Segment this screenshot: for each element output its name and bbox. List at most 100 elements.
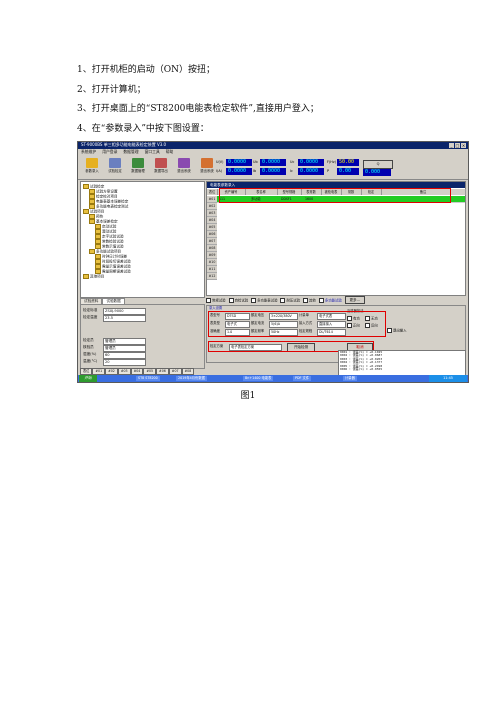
tree-label: 检定校对项目 bbox=[96, 194, 118, 199]
tab-04[interactable]: #04 bbox=[130, 368, 144, 375]
row-label[interactable]: #09 bbox=[207, 252, 217, 259]
check-multifunction-test[interactable]: 多功能试验 bbox=[318, 297, 342, 303]
minimize-icon[interactable]: _ bbox=[449, 143, 454, 148]
data-export-button[interactable]: 数据导出 bbox=[150, 158, 172, 178]
exit-icon bbox=[178, 158, 190, 168]
tab-position[interactable]: 表位 bbox=[80, 368, 93, 375]
temperature-field[interactable]: 20 bbox=[103, 359, 146, 366]
check-label: 自检试验 bbox=[234, 298, 249, 302]
tab-02[interactable]: #02 bbox=[105, 368, 118, 375]
app-title: ST-9000BS 单三相多功能电能表检定装置 V3.0 bbox=[81, 142, 167, 147]
row-label[interactable]: #06 bbox=[207, 231, 217, 238]
checkbox-icon bbox=[206, 297, 211, 303]
row-label[interactable]: #01 bbox=[207, 196, 217, 203]
task-item[interactable]: ST8 ST8200 bbox=[136, 376, 160, 381]
readout-value: 0.00 bbox=[337, 168, 359, 175]
row-label[interactable]: #10 bbox=[207, 259, 217, 266]
check-label: 多功能试验 bbox=[324, 298, 342, 302]
test-type-checks: 常规试验 自检试验 多功能表试验 耐压试验 其他 多功能试验 更多... bbox=[206, 296, 464, 304]
q-readout: 0.000 bbox=[363, 169, 391, 176]
tree-label: 常数检验试验 bbox=[102, 239, 124, 244]
tree-label: 试验方案设置 bbox=[96, 189, 118, 194]
tree-node[interactable]: 其他项目 bbox=[83, 274, 104, 279]
tree-label: 时段投切误差试验 bbox=[102, 259, 131, 264]
verifier-select[interactable]: 管理员 bbox=[103, 345, 146, 352]
readout-label: U(V) bbox=[216, 160, 224, 164]
tree-label: 需量周期误差试验 bbox=[102, 269, 131, 274]
exit-button[interactable]: 退出系统 bbox=[173, 158, 195, 178]
param-entry-button[interactable]: 参数录入 bbox=[81, 158, 103, 178]
tree-label: 启动试验 bbox=[102, 224, 117, 229]
readout-label: F(Hz) bbox=[327, 160, 336, 164]
readout-value: 0.0000 bbox=[298, 168, 324, 175]
tree-label: 多功能试验项目 bbox=[96, 249, 122, 254]
field-label: 检定标准 bbox=[83, 308, 98, 312]
standard-field[interactable]: ZSXJ-9000 bbox=[103, 308, 146, 315]
tab-05[interactable]: #05 bbox=[143, 368, 157, 375]
tree-label: 基本误差检定 bbox=[96, 219, 118, 224]
toolbar: 参数录入 试验检定 数据管理 数据导出 退出系统 退出系统 U(V) 0.000… bbox=[78, 155, 468, 180]
tab-06[interactable]: #06 bbox=[156, 368, 169, 375]
check-voltage[interactable]: 耐压试验 bbox=[280, 297, 300, 303]
temp-field[interactable]: 23.5 bbox=[103, 315, 146, 322]
maximize-icon[interactable]: □ bbox=[455, 143, 460, 148]
humidity-field[interactable]: 60 bbox=[103, 352, 146, 359]
row-label[interactable]: #02 bbox=[207, 203, 217, 210]
readout-label: Uc bbox=[290, 160, 295, 164]
start-button[interactable]: 开始 bbox=[79, 375, 97, 382]
readout-value: 0.0000 bbox=[260, 159, 286, 166]
test-tree: 试验检定 试验方案设置 检定校对项目 电能表基本误差检定 多功能电表检定测试 试… bbox=[80, 181, 205, 298]
tree-label: 试验检定 bbox=[90, 184, 105, 189]
tab-03[interactable]: #03 bbox=[117, 368, 131, 375]
task-item[interactable]: Bn+1400 电能表 bbox=[243, 376, 274, 381]
exit-system-button[interactable]: 退出系统 bbox=[196, 158, 218, 178]
field-label: 核验员 bbox=[83, 345, 94, 349]
checkbox-icon bbox=[251, 297, 257, 303]
task-item[interactable]: 计量器 bbox=[343, 376, 357, 381]
check-other[interactable]: 其他 bbox=[303, 297, 316, 303]
tree-label: 试验项目 bbox=[90, 209, 105, 214]
test-verify-button[interactable]: 试验检定 bbox=[104, 158, 126, 178]
param-entry-icon bbox=[86, 158, 98, 168]
inspector-select[interactable]: 管理员 bbox=[103, 338, 146, 345]
tree-label: 需量示值误差试验 bbox=[102, 264, 131, 269]
test-info-panel: 检定标准 ZSXJ-9000 检定温度 23.5 检定员 管理员 核验员 管理员… bbox=[80, 304, 205, 369]
row-label[interactable]: #12 bbox=[207, 273, 217, 280]
tab-07[interactable]: #07 bbox=[168, 368, 182, 375]
folder-icon bbox=[83, 274, 89, 279]
taskbar: 开始 ST8 ST8200 2019年4月份数据 Bn+1400 电能表 PDF… bbox=[78, 375, 468, 382]
readout-value: 0.0000 bbox=[226, 168, 252, 175]
tab-01[interactable]: #01 bbox=[92, 368, 106, 375]
row-label[interactable]: #07 bbox=[207, 238, 217, 245]
check-multifunction[interactable]: 多功能表试验 bbox=[251, 297, 277, 303]
tree-label: 常数示值试验 bbox=[102, 244, 124, 249]
task-item[interactable]: 2019年4月份数据 bbox=[176, 376, 207, 381]
row-label[interactable]: #03 bbox=[207, 210, 217, 217]
more-button[interactable]: 更多... bbox=[344, 296, 365, 304]
error-log: 0001 : 误差(%) = +0.1025 0002 : 误差(%) = +0… bbox=[338, 350, 466, 376]
row-label[interactable]: #05 bbox=[207, 224, 217, 231]
close-icon[interactable]: × bbox=[461, 143, 466, 148]
close-input-check[interactable]: 退出输入 bbox=[387, 328, 407, 333]
row-label[interactable]: #04 bbox=[207, 217, 217, 224]
step-3: 3、打开桌面上的“ST8200电能表检定软件”,直接用户登入； bbox=[77, 104, 319, 114]
tree-label: 多功能电表检定测试 bbox=[96, 204, 129, 209]
data-manage-button[interactable]: 数据管理 bbox=[127, 158, 149, 178]
readout-label: I(A) bbox=[216, 169, 222, 173]
data-manage-label: 数据管理 bbox=[131, 169, 145, 173]
software-screenshot: ST-9000BS 单三相多功能电能表检定装置 V3.0 _ □ × 系统维护 … bbox=[77, 141, 469, 383]
data-export-label: 数据导出 bbox=[154, 169, 168, 173]
check-regular[interactable]: 常规试验 bbox=[206, 297, 226, 303]
row-label[interactable]: #08 bbox=[207, 245, 217, 252]
test-icon bbox=[109, 158, 121, 168]
param-set-button[interactable]: Q bbox=[363, 160, 393, 169]
row-label[interactable]: #11 bbox=[207, 266, 217, 273]
field-label: 检定员 bbox=[83, 338, 94, 342]
check-self[interactable]: 自检试验 bbox=[228, 297, 249, 303]
checkbox-icon bbox=[318, 297, 324, 303]
readout-label: Ib bbox=[253, 169, 257, 173]
task-item[interactable]: PDF 文件 bbox=[293, 376, 312, 381]
readout-value: 0.0000 bbox=[226, 159, 252, 166]
power-icon bbox=[201, 158, 213, 168]
tab-08[interactable]: #08 bbox=[181, 368, 195, 375]
